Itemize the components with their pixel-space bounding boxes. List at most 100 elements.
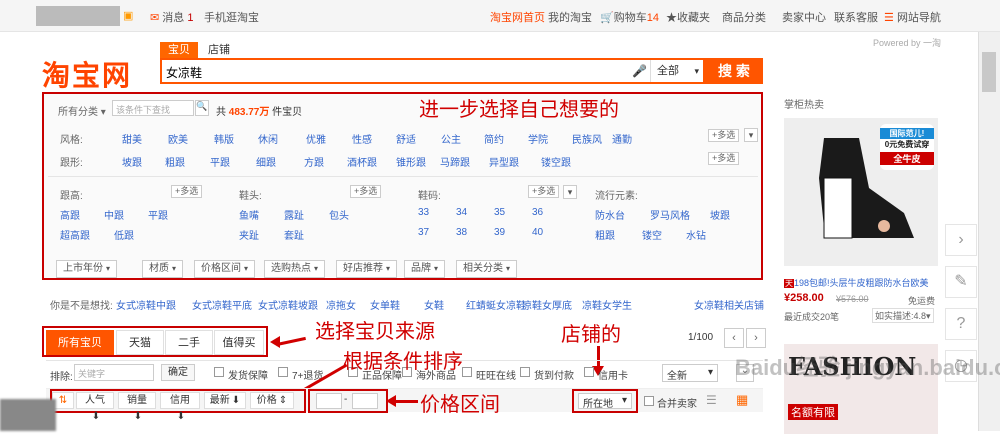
site-nav-link[interactable]: ☰ 网站导航 xyxy=(884,9,941,25)
heel-shape-option[interactable]: 马蹄跟 xyxy=(440,154,470,169)
location-select[interactable]: 所在地 ▾ xyxy=(578,393,632,410)
style-option[interactable]: 韩版 xyxy=(214,131,234,146)
related-item[interactable]: 凉拖女 xyxy=(326,297,356,312)
heel-shape-option[interactable]: 镂空跟 xyxy=(541,154,571,169)
next-page-button[interactable]: › xyxy=(746,328,766,348)
trend-option[interactable]: 防水台 xyxy=(595,207,625,222)
messages-link[interactable]: ✉ 消息 1 xyxy=(150,9,193,25)
service-checkbox[interactable] xyxy=(584,367,594,377)
size-expand-icon[interactable]: ▾ xyxy=(563,185,577,199)
merge-checkbox[interactable] xyxy=(644,396,654,406)
heel-height-option[interactable]: 平跟 xyxy=(148,207,168,222)
search-tab-item[interactable]: 宝贝 xyxy=(160,42,198,58)
search-tab-shop[interactable]: 店铺 xyxy=(200,42,238,58)
filter-select[interactable]: 好店推荐 ▾ xyxy=(336,260,398,278)
sort-button[interactable]: 人气 ⬇ xyxy=(76,392,114,422)
toe-option[interactable]: 露趾 xyxy=(284,207,304,222)
categories-link[interactable]: 商品分类 xyxy=(722,9,766,25)
toe-option[interactable]: 包头 xyxy=(329,207,349,222)
sort-button[interactable]: 价格 ⇕ xyxy=(250,392,294,409)
style-option[interactable]: 休闲 xyxy=(258,131,278,146)
sort-button[interactable]: 信用 ⬇ xyxy=(160,392,200,422)
style-more-select[interactable]: +多选 xyxy=(708,129,740,142)
size-option[interactable]: 38 xyxy=(456,227,467,238)
heel-shape-option[interactable]: 异型跟 xyxy=(489,154,519,169)
size-option[interactable]: 40 xyxy=(532,227,543,238)
filter-select[interactable]: 相关分类 ▾ xyxy=(456,260,518,278)
product-card-image[interactable]: 国际范儿! 0元免费试穿 全牛皮 xyxy=(784,118,938,266)
heel-shape-option[interactable]: 粗跟 xyxy=(165,154,185,169)
tab-all-items[interactable]: 所有宝贝 xyxy=(46,330,114,355)
heel-shape-option[interactable]: 细跟 xyxy=(256,154,276,169)
search-button[interactable]: 搜 索 xyxy=(705,58,763,84)
price-max-input[interactable] xyxy=(352,393,378,409)
heel-shape-option[interactable]: 平跟 xyxy=(210,154,230,169)
style-option[interactable]: 学院 xyxy=(528,131,548,146)
toe-more-select[interactable]: +多选 xyxy=(350,185,382,198)
trend-option[interactable]: 粗跟 xyxy=(595,227,615,242)
service-checkbox[interactable] xyxy=(278,367,288,377)
seller-center-link[interactable]: 卖家中心 xyxy=(782,9,826,25)
home-link[interactable]: 淘宝网首页 xyxy=(490,9,545,25)
heel-height-more-select[interactable]: +多选 xyxy=(171,185,203,198)
size-option[interactable]: 34 xyxy=(456,207,467,218)
size-option[interactable]: 37 xyxy=(418,227,429,238)
confirm-button[interactable]: 确定 xyxy=(161,364,195,381)
toe-option[interactable]: 鱼嘴 xyxy=(239,207,259,222)
sort-button[interactable]: 最新 ⬇ xyxy=(204,392,246,409)
related-item[interactable]: 凉鞋女厚底 xyxy=(522,297,572,312)
service-checkbox[interactable] xyxy=(214,367,224,377)
style-option[interactable]: 公主 xyxy=(441,131,461,146)
search-scope-select[interactable]: 全部 ▾ xyxy=(650,60,705,82)
related-item[interactable]: 红蜻蜓女凉鞋 xyxy=(466,297,526,312)
related-item[interactable]: 女鞋 xyxy=(424,297,444,312)
all-categories-link[interactable]: 所有分类 ▾ xyxy=(58,103,106,118)
filter-select[interactable]: 材质 ▾ xyxy=(142,260,184,278)
rating-select[interactable]: 如实描述:4.8▾ xyxy=(872,308,934,323)
sort-button[interactable]: 销量 ⬇ xyxy=(118,392,156,422)
filter-select[interactable]: 上市年份 ▾ xyxy=(56,260,118,278)
heel-more-select[interactable]: +多选 xyxy=(708,152,740,165)
product-title[interactable]: 天198包邮!头层牛皮粗跟防水台欧美 xyxy=(784,276,942,289)
heel-shape-option[interactable]: 方跟 xyxy=(304,154,324,169)
microphone-icon[interactable]: 🎤 xyxy=(632,64,647,78)
scrollbar-thumb[interactable] xyxy=(982,52,996,92)
style-option[interactable]: 民族风 xyxy=(572,131,602,146)
related-item[interactable]: 女式凉鞋平底 xyxy=(192,297,252,312)
style-option[interactable]: 舒适 xyxy=(396,131,416,146)
taobao-logo[interactable]: 淘宝网 xyxy=(42,54,132,94)
heel-shape-option[interactable]: 锥形跟 xyxy=(396,154,426,169)
heel-shape-option[interactable]: 酒杯跟 xyxy=(347,154,377,169)
size-option[interactable]: 39 xyxy=(494,227,505,238)
size-option[interactable]: 33 xyxy=(418,207,429,218)
size-more-select[interactable]: +多选 xyxy=(528,185,560,198)
related-shops-link[interactable]: 女凉鞋相关店铺 xyxy=(694,297,764,312)
in-filter-search[interactable]: 该条件下查找 xyxy=(112,100,194,116)
list-view-icon[interactable]: ☰ xyxy=(706,393,717,407)
heel-height-option[interactable]: 中跟 xyxy=(104,207,124,222)
service-checkbox[interactable] xyxy=(520,367,530,377)
trend-option[interactable]: 罗马风格 xyxy=(650,207,690,222)
service-link[interactable]: 联系客服 xyxy=(834,9,878,25)
trend-option[interactable]: 坡跟 xyxy=(710,207,730,222)
condition-select[interactable]: 全新 ▾ xyxy=(662,364,718,382)
filter-select[interactable]: 品牌 ▾ xyxy=(404,260,446,278)
search-icon[interactable]: 🔍 xyxy=(195,100,209,116)
tab-tmall[interactable]: 天猫 xyxy=(116,330,164,355)
related-item[interactable]: 女式凉鞋坡跟 xyxy=(258,297,318,312)
cart-link[interactable]: 🛒购物车14 xyxy=(600,9,659,25)
toe-option[interactable]: 夹趾 xyxy=(239,227,259,242)
filter-select[interactable]: 价格区间 ▾ xyxy=(194,260,256,278)
help-icon[interactable]: ? xyxy=(945,308,977,340)
search-input[interactable] xyxy=(166,64,606,80)
heel-height-option[interactable]: 高跟 xyxy=(60,207,80,222)
heel-height-option[interactable]: 低跟 xyxy=(114,227,134,242)
edit-icon[interactable]: ✎ xyxy=(945,266,977,298)
style-option[interactable]: 甜美 xyxy=(122,131,142,146)
favorites-link[interactable]: ★收藏夹 xyxy=(666,9,710,25)
toe-option[interactable]: 套趾 xyxy=(284,227,304,242)
heel-shape-option[interactable]: 坡跟 xyxy=(122,154,142,169)
related-item[interactable]: 女单鞋 xyxy=(370,297,400,312)
style-option[interactable]: 简约 xyxy=(484,131,504,146)
related-item[interactable]: 凉鞋女学生 xyxy=(582,297,632,312)
